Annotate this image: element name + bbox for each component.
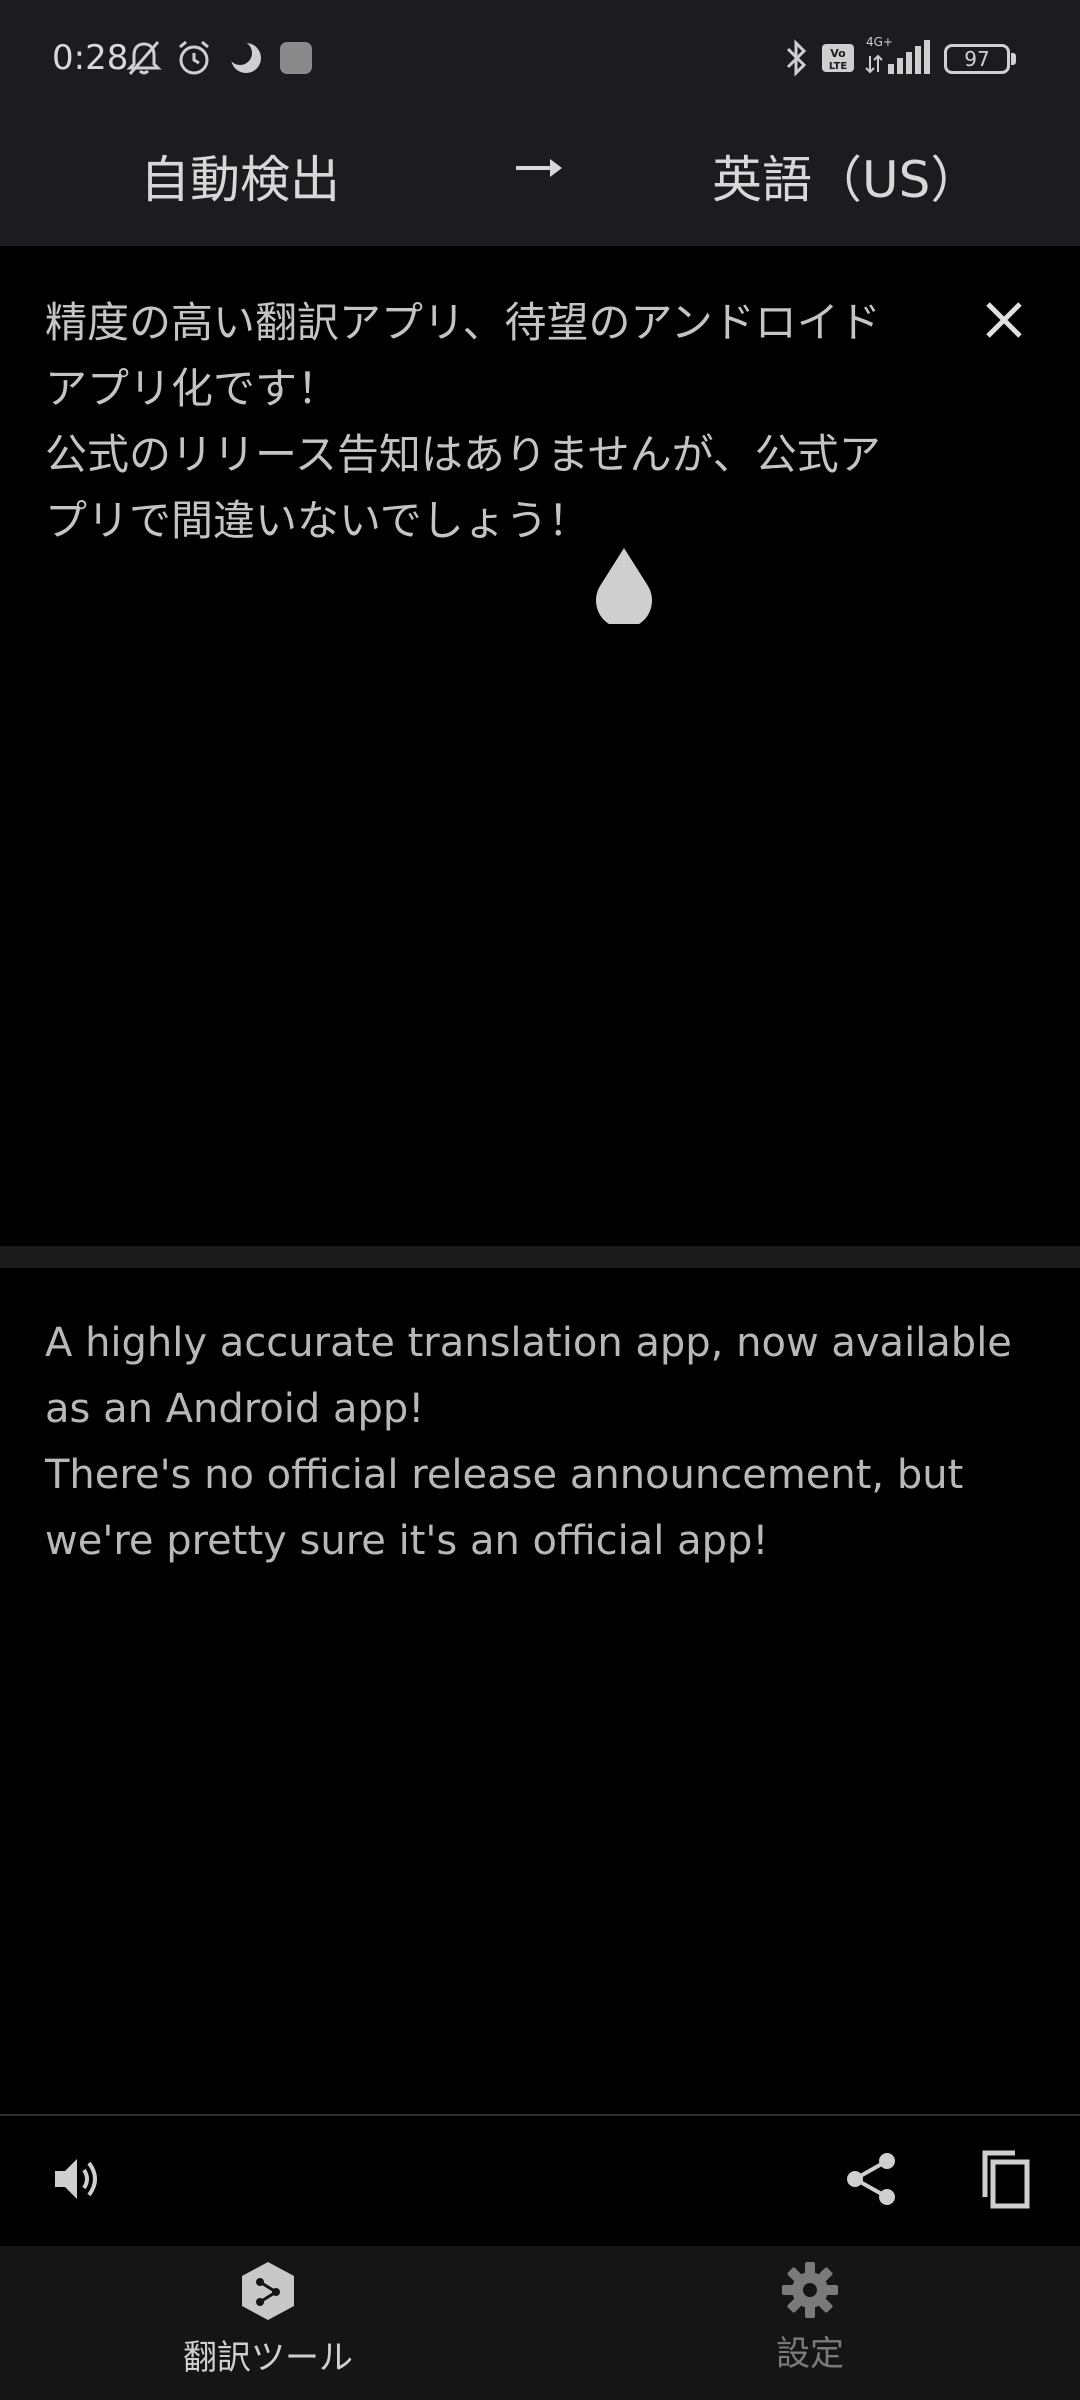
battery-level: 97 (964, 47, 990, 71)
translation-output-text[interactable]: A highly accurate translation app, now a… (45, 1310, 1035, 1574)
status-time: 0:28 (52, 38, 129, 78)
network-label: 4G+ (866, 35, 893, 49)
bell-off-icon (124, 38, 164, 78)
volte-icon: Vo LTE (820, 38, 856, 78)
nav-label-translator: 翻訳ツール (183, 2338, 353, 2378)
action-bar (0, 2116, 1080, 2246)
text-cursor-handle[interactable] (592, 546, 656, 629)
app-root: 0:28 Vo LTE 4G+ 97 自動検出 英語（US） 精度の高い翻訳アプ… (0, 0, 1080, 2400)
battery-indicator: 97 (944, 44, 1010, 74)
nav-item-settings[interactable]: 設定 (660, 2260, 960, 2390)
app-notification-icon (276, 38, 316, 78)
close-icon (986, 302, 1022, 338)
speaker-icon (55, 2159, 97, 2199)
speaker-button[interactable] (42, 2144, 112, 2214)
share-icon (847, 2153, 895, 2205)
swap-arrow-icon[interactable] (514, 148, 566, 188)
deepl-logo-icon (242, 2262, 294, 2320)
nav-item-translator[interactable]: 翻訳ツール (118, 2260, 418, 2390)
svg-text:Vo: Vo (830, 47, 846, 60)
gear-icon (782, 2262, 838, 2318)
copy-button[interactable] (968, 2144, 1038, 2214)
cursor-handle-icon (596, 548, 652, 629)
source-language-selector[interactable]: 自動検出 (140, 140, 340, 212)
clear-text-button[interactable] (976, 292, 1032, 348)
bluetooth-icon (782, 38, 812, 78)
alarm-icon (174, 38, 214, 78)
signal-icon: 4G+ (864, 35, 934, 76)
target-language-selector[interactable]: 英語（US） (712, 140, 980, 212)
moon-icon (226, 38, 266, 78)
share-button[interactable] (836, 2144, 906, 2214)
svg-text:LTE: LTE (829, 61, 848, 72)
battery-tip (1011, 53, 1016, 65)
source-text[interactable]: 精度の高い翻訳アプリ、待望のアンドロイド アプリ化です！ 公式のリリース告知はあ… (45, 290, 945, 554)
nav-label-settings: 設定 (776, 2334, 844, 2374)
copy-icon (982, 2150, 1030, 2209)
pane-divider (0, 1246, 1080, 1268)
